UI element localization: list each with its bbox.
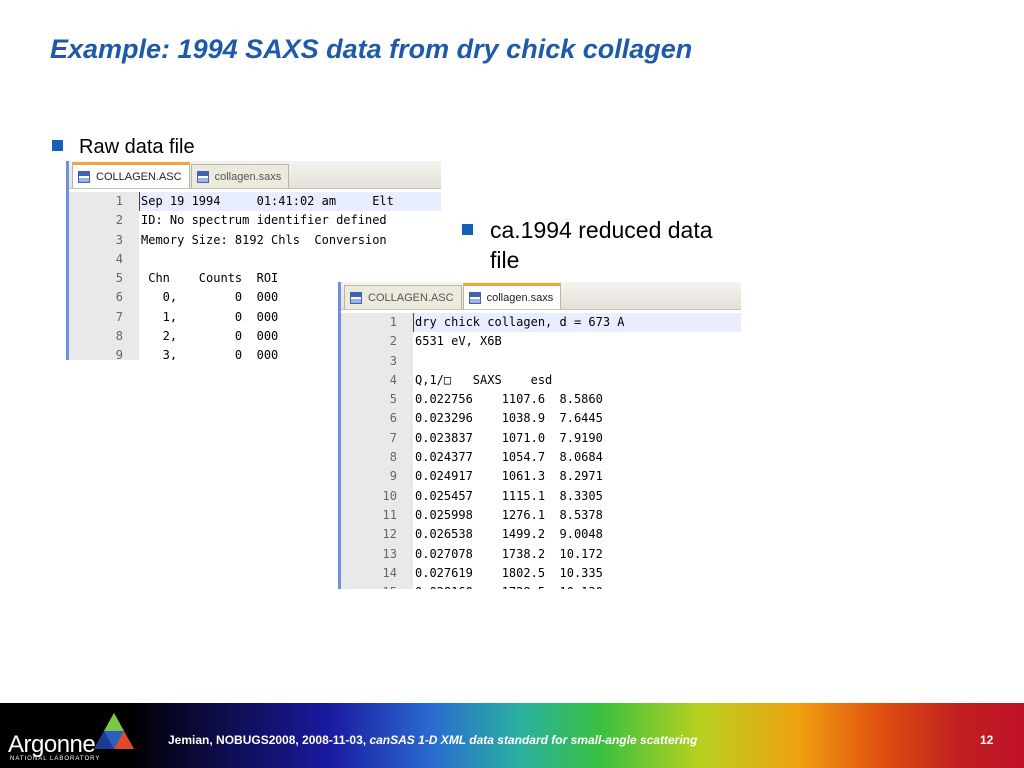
bullet-raw-data: Raw data file [52, 136, 195, 159]
code-line: 0.024917 1061.3 8.2971 [415, 469, 603, 484]
code-line: 0.025998 1276.1 8.5378 [415, 507, 603, 522]
bullet-reduced-data-label: ca.1994 reduced data file [490, 217, 713, 273]
code-line: Memory Size: 8192 Chls Conversion [141, 232, 387, 247]
code-line: Sep 19 1994 01:41:02 am Elt [139, 192, 441, 212]
file-icon [196, 170, 209, 183]
editor-tab[interactable]: collagen.saxs [462, 283, 562, 309]
editor-tab-label: COLLAGEN.ASC [368, 291, 454, 304]
line-number: 10 [341, 486, 413, 506]
code-line: 0.023296 1038.9 7.6445 [415, 411, 603, 426]
line-number: 8 [69, 327, 139, 347]
editor-text-area[interactable]: 1 dry chick collagen, d = 673 A 2 6531 eV, … [341, 310, 741, 589]
code-line: dry chick collagen, d = 673 A [413, 313, 741, 333]
reduced-data-editor: COLLAGEN.ASC collagen.saxs 1 dry chick col… [338, 282, 741, 589]
argonne-logo-text: Argonne [8, 731, 96, 758]
code-line: 0.027619 1802.5 10.335 [415, 565, 603, 580]
footer-bar: Argonne NATIONAL LABORATORY Jemian, NOBU… [0, 703, 1024, 768]
line-number: 6 [69, 288, 139, 308]
code-line: 0.023837 1071.0 7.9190 [415, 430, 603, 445]
line-number: 8 [341, 448, 413, 468]
editor-tab[interactable]: COLLAGEN.ASC [72, 162, 190, 188]
line-number: 12 [341, 525, 413, 545]
footer-citation: Jemian, NOBUGS2008, 2008-11-03, canSAS 1… [168, 733, 697, 747]
bullet-raw-data-label: Raw data file [79, 136, 195, 158]
editor-tab[interactable]: collagen.saxs [190, 164, 290, 188]
file-icon [350, 291, 362, 304]
editor-tab-bar: COLLAGEN.ASC collagen.saxs [341, 282, 741, 310]
line-number: 2 [341, 332, 413, 352]
line-number: 9 [69, 346, 139, 360]
argonne-logo-subtitle: NATIONAL LABORATORY [10, 756, 101, 762]
footer-citation-plain: Jemian, NOBUGS2008, 2008-11-03, [168, 733, 370, 747]
footer-citation-italic: canSAS 1-D XML data standard for small-a… [369, 733, 698, 747]
line-number: 6 [341, 409, 413, 429]
line-number: 1 [69, 192, 139, 212]
line-number: 7 [341, 428, 413, 449]
code-line: ID: No spectrum identifier defined [141, 213, 387, 228]
line-number: 11 [341, 505, 413, 526]
code-line: 0.028160 1728.5 10.130 [413, 583, 741, 589]
editor-tab[interactable]: COLLAGEN.ASC [344, 285, 462, 309]
bullet-square-icon [462, 224, 473, 235]
code-line: 0.024377 1054.7 8.0684 [415, 450, 603, 465]
code-line: 0.025457 1115.1 8.3305 [415, 488, 603, 503]
page-number: 12 [980, 733, 994, 747]
line-number: 9 [341, 467, 413, 487]
file-icon [468, 291, 481, 304]
line-number: 4 [69, 249, 139, 270]
editor-tab-label: COLLAGEN.ASC [96, 170, 182, 183]
line-number: 4 [341, 370, 413, 391]
slide-title: Example: 1994 SAXS data from dry chick c… [50, 34, 693, 64]
line-number: 1 [341, 313, 413, 333]
code-line: 0.022756 1107.6 8.5860 [415, 392, 603, 407]
line-number: 5 [341, 390, 413, 410]
line-number: 14 [341, 563, 413, 584]
editor-tab-label: collagen.saxs [486, 291, 554, 304]
line-number: 2 [69, 211, 139, 231]
line-number: 7 [69, 307, 139, 328]
code-line: 0.027078 1738.2 10.172 [415, 546, 603, 561]
code-line: Q,1/□ SAXS esd [415, 372, 553, 387]
editor-tab-label: collagen.saxs [214, 170, 282, 183]
code-line: 6531 eV, X6B [415, 334, 502, 349]
editor-tab-bar: COLLAGEN.ASC collagen.saxs [69, 161, 441, 189]
bullet-square-icon [52, 140, 63, 152]
line-number: 3 [341, 351, 413, 371]
argonne-logo-icon [94, 713, 134, 749]
line-number: 15 [341, 583, 413, 589]
code-line: 0.026538 1499.2 9.0048 [415, 527, 603, 542]
line-number: 13 [341, 544, 413, 564]
line-number: 5 [69, 269, 139, 289]
file-icon [78, 170, 90, 183]
bullet-reduced-data: ca.1994 reduced data file [462, 215, 722, 275]
line-number: 3 [69, 230, 139, 250]
